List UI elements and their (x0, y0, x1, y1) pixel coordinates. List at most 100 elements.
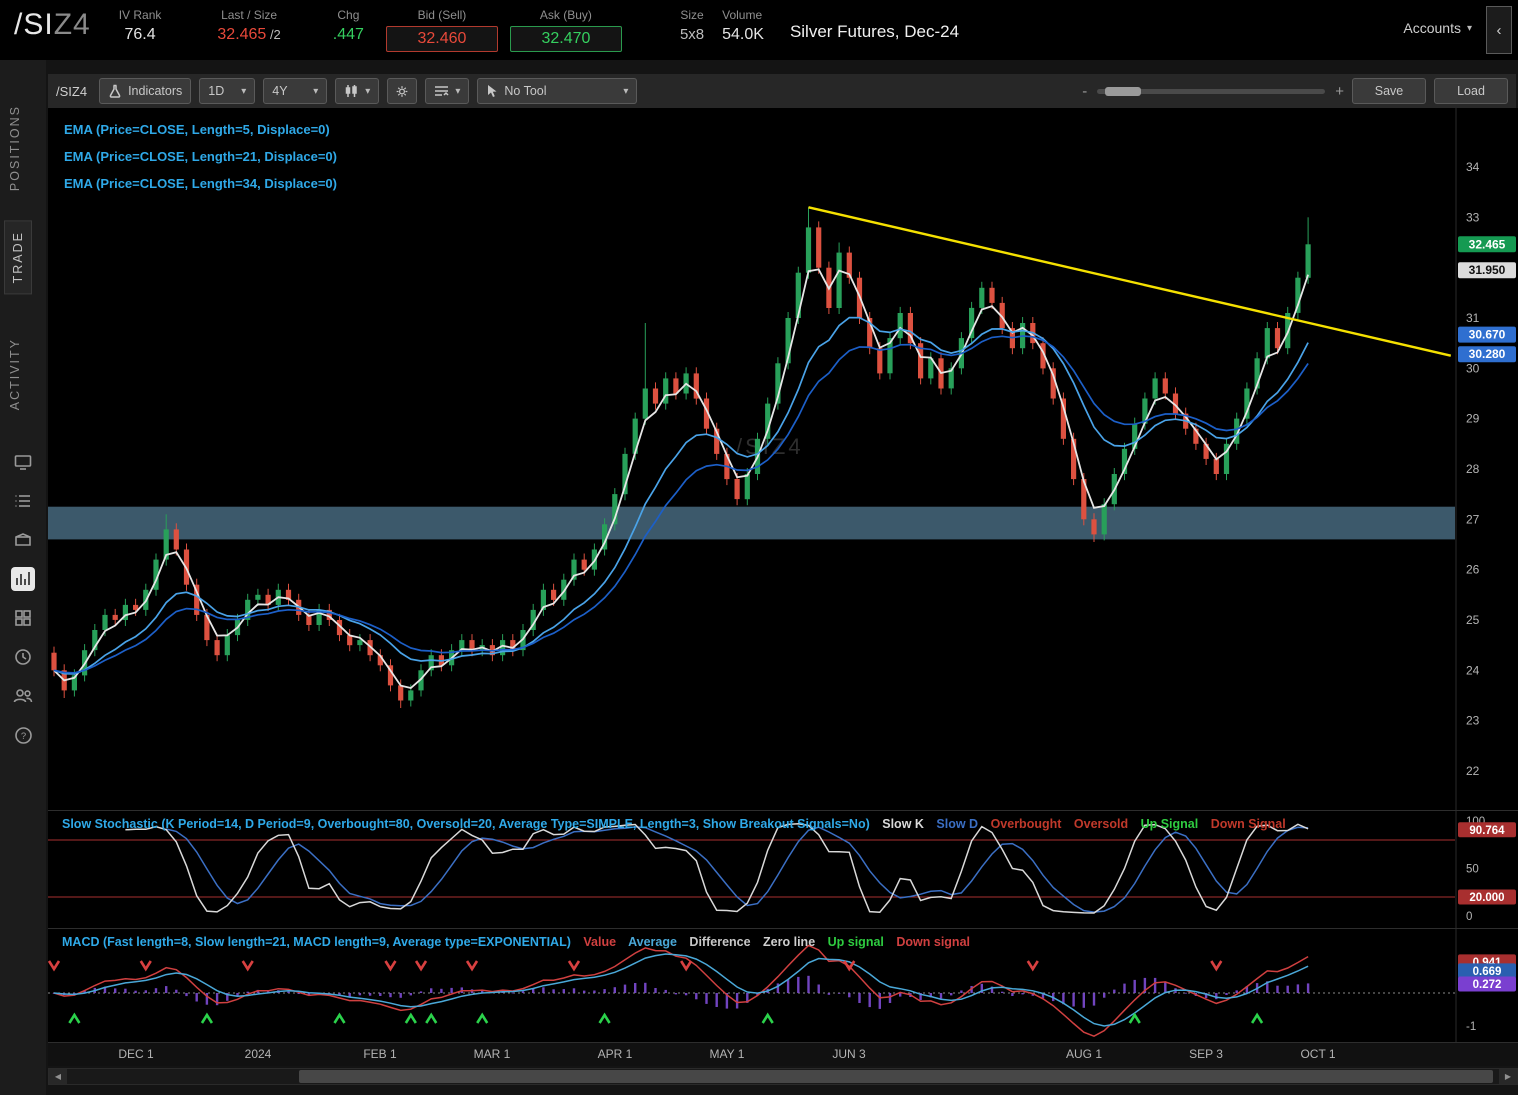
save-label: Save (1375, 84, 1404, 98)
indicators-button[interactable]: Indicators (99, 78, 191, 104)
zoom-slider[interactable] (1097, 89, 1325, 94)
last-price: 32.465 (217, 26, 266, 43)
sidebar-icon-rail: ? (0, 450, 46, 747)
chart-scrollbar[interactable]: ◀ ▶ (48, 1068, 1518, 1085)
time-axis-label: MAY 1 (710, 1047, 745, 1061)
collapse-panel-button[interactable]: ‹ (1486, 6, 1512, 54)
svg-text:28: 28 (1466, 462, 1480, 476)
load-button[interactable]: Load (1434, 78, 1508, 104)
svg-text:90.764: 90.764 (1469, 825, 1505, 837)
macd-chart-canvas[interactable]: -10.9410.6690.272 (48, 929, 1518, 1042)
range-dropdown[interactable]: 4Y ▾ (263, 78, 327, 104)
scrollbar-track[interactable] (67, 1069, 1499, 1084)
ema21-label[interactable]: EMA (Price=CLOSE, Length=21, Displace=0) (64, 143, 337, 170)
last-size: /2 (266, 27, 280, 42)
size-label: Size (680, 6, 704, 24)
help-icon[interactable]: ? (11, 723, 35, 747)
clock-icon[interactable] (11, 645, 35, 669)
svg-text:24: 24 (1466, 663, 1480, 677)
charts-icon[interactable] (11, 567, 35, 591)
symbol-root: /SI (14, 8, 54, 41)
study-labels: EMA (Price=CLOSE, Length=5, Displace=0) … (64, 116, 337, 197)
time-axis-label: 2024 (245, 1047, 272, 1061)
stochastic-panel[interactable]: Slow Stochastic (K Period=14, D Period=9… (48, 810, 1518, 928)
scrollbar-thumb[interactable] (299, 1070, 1493, 1083)
zoom-slider-thumb[interactable] (1105, 87, 1141, 96)
tool-label: No Tool (504, 84, 546, 98)
bid-label: Bid (Sell) (386, 6, 498, 24)
people-icon[interactable] (11, 684, 35, 708)
chevron-down-icon: ▾ (241, 86, 246, 97)
chg-value: .447 (333, 24, 364, 46)
chart-type-dropdown[interactable]: ▾ (335, 78, 379, 104)
macd-panel[interactable]: MACD (Fast length=8, Slow length=21, MAC… (48, 928, 1518, 1042)
pattern-dropdown[interactable]: ▾ (425, 78, 469, 104)
svg-text:?: ? (20, 731, 25, 742)
volume-value: 54.0K (722, 24, 764, 46)
indicators-label: Indicators (128, 84, 182, 98)
last-size-stat: Last / Size 32.465 /2 (217, 6, 280, 46)
tab-trade[interactable]: TRADE (4, 220, 32, 294)
chevron-down-icon: ▾ (1467, 23, 1472, 34)
ask-stat: Ask (Buy) 32.470 (510, 6, 622, 52)
tab-positions[interactable]: POSITIONS (8, 105, 22, 191)
accounts-dropdown[interactable]: Accounts ▾ (1403, 20, 1472, 36)
time-axis-label: MAR 1 (474, 1047, 511, 1061)
svg-text:20.000: 20.000 (1469, 892, 1504, 904)
chart-settings-button[interactable] (387, 78, 417, 104)
scroll-right-button[interactable]: ▶ (1499, 1069, 1517, 1084)
toolbar-symbol: /SIZ4 (56, 84, 87, 99)
iv-rank-label: IV Rank (119, 6, 162, 24)
chg-label: Chg (333, 6, 364, 24)
chart-toolbar: /SIZ4 Indicators 1D ▾ 4Y ▾ ▾ ▾ (48, 74, 1516, 108)
svg-text:31: 31 (1466, 311, 1480, 325)
left-sidebar: POSITIONS TRADE ACTIVITY ? (0, 60, 46, 1095)
svg-text:30.280: 30.280 (1469, 347, 1506, 361)
scroll-left-button[interactable]: ◀ (49, 1069, 67, 1084)
zoom-control: - + (1082, 83, 1344, 100)
list-icon[interactable] (11, 489, 35, 513)
size-stat: Size 5x8 (680, 6, 704, 46)
timeframe-dropdown[interactable]: 1D ▾ (199, 78, 255, 104)
size-value: 5x8 (680, 24, 704, 46)
drawing-tool-dropdown[interactable]: No Tool ▾ (477, 78, 637, 104)
header: /SIZ4 IV Rank 76.4 Last / Size 32.465 /2… (0, 0, 1518, 60)
collapse-icon: ‹ (1497, 22, 1502, 39)
svg-text:25: 25 (1466, 613, 1480, 627)
ask-button[interactable]: 32.470 (510, 26, 622, 52)
chevron-down-icon: ▾ (365, 86, 370, 97)
last-size-label: Last / Size (217, 6, 280, 24)
tab-activity[interactable]: ACTIVITY (8, 338, 22, 410)
chevron-down-icon: ▾ (455, 86, 460, 97)
cursor-icon (486, 84, 498, 98)
time-axis-label: JUN 3 (832, 1047, 865, 1061)
save-button[interactable]: Save (1352, 78, 1426, 104)
scroll-left-icon: ◀ (55, 1072, 61, 1081)
candlestick-chart-canvas[interactable]: /SIZ43433323130292827262524232232.46531.… (48, 108, 1518, 810)
grid-icon[interactable] (11, 606, 35, 630)
volume-stat: Volume 54.0K (722, 6, 764, 46)
bid-button[interactable]: 32.460 (386, 26, 498, 52)
trade-ticket-icon[interactable] (11, 528, 35, 552)
time-axis-label: FEB 1 (363, 1047, 396, 1061)
gear-icon (396, 84, 408, 99)
ema5-label[interactable]: EMA (Price=CLOSE, Length=5, Displace=0) (64, 116, 337, 143)
range-value: 4Y (272, 84, 287, 98)
time-axis-label: OCT 1 (1300, 1047, 1335, 1061)
ema34-label[interactable]: EMA (Price=CLOSE, Length=34, Displace=0) (64, 170, 337, 197)
time-axis: DEC 12024FEB 1MAR 1APR 1MAY 1JUN 3AUG 1S… (48, 1042, 1518, 1066)
instrument-title: Silver Futures, Dec-24 (790, 22, 959, 42)
iv-rank-value: 76.4 (119, 24, 162, 46)
zoom-in-button[interactable]: + (1335, 83, 1344, 100)
svg-text:-1: -1 (1466, 1021, 1476, 1033)
time-axis-label: SEP 3 (1189, 1047, 1223, 1061)
volume-label: Volume (722, 6, 764, 24)
monitor-icon[interactable] (11, 450, 35, 474)
svg-text:29: 29 (1466, 412, 1480, 426)
svg-text:50: 50 (1466, 864, 1479, 876)
price-chart-panel[interactable]: EMA (Price=CLOSE, Length=5, Displace=0) … (48, 108, 1518, 810)
svg-text:22: 22 (1466, 764, 1480, 778)
stochastic-chart-canvas[interactable]: 10050090.76420.000 (48, 811, 1518, 928)
zoom-out-button[interactable]: - (1082, 83, 1087, 100)
time-axis-label: DEC 1 (118, 1047, 153, 1061)
